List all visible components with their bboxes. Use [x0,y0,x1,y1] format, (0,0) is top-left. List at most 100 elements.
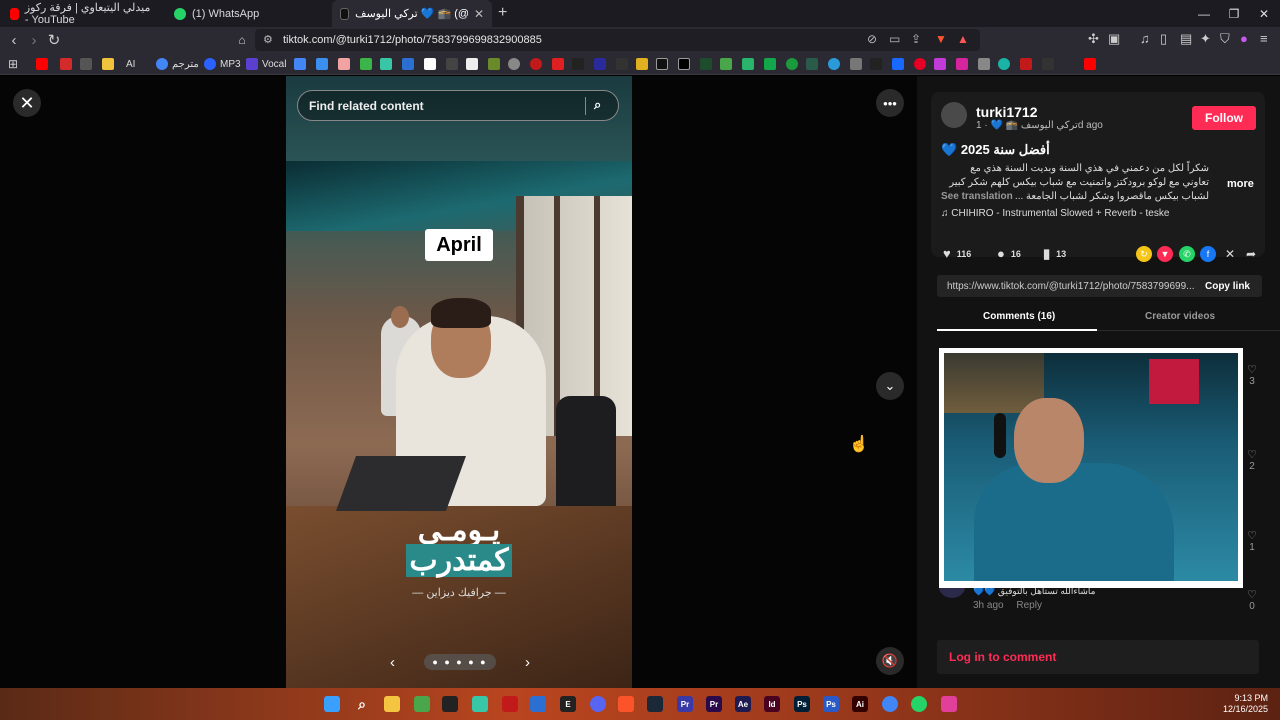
bookmark-item[interactable] [1042,57,1054,71]
minecraft-icon[interactable] [414,696,430,712]
bookmark-item[interactable] [294,57,306,71]
app-icon[interactable] [442,696,458,712]
bookmark-item[interactable] [380,57,392,71]
photoshop-icon[interactable]: Ps [794,696,810,712]
bookmark-item[interactable] [616,57,628,71]
brave-icon[interactable] [618,696,634,712]
app-icon[interactable]: Pr [677,696,693,712]
repost-icon[interactable]: ↻ [1136,246,1152,262]
bookmark-item[interactable] [764,57,776,71]
next-post-button[interactable]: ⌄ [876,372,904,400]
previous-photo-button[interactable]: ‹ [390,654,395,671]
bookmark-item[interactable] [870,57,882,71]
bookmark-item[interactable] [1084,57,1096,71]
bookmark-item[interactable] [552,57,564,71]
bookmark-item[interactable] [828,57,840,71]
cast-icon[interactable]: ▭ [889,32,900,46]
app-icon[interactable] [530,696,546,712]
bookmark-item[interactable] [786,57,798,71]
search-icon[interactable]: ⌕ [354,696,370,712]
close-viewer-button[interactable]: ✕ [13,89,41,117]
leo-icon[interactable]: ✦ [1200,31,1211,47]
steam-icon[interactable] [647,696,663,712]
bookmark-item[interactable] [402,57,414,71]
whatsapp-icon[interactable] [911,696,927,712]
apps-icon[interactable]: ⊞ [8,57,18,71]
bookmark-item[interactable] [656,57,668,71]
video-thumbnail-overlay[interactable] [939,348,1243,588]
bookmark-item[interactable] [572,57,584,71]
epic-games-icon[interactable]: E [560,696,576,712]
bookmark-item[interactable] [446,57,458,71]
discord-icon[interactable] [590,696,606,712]
comment-like-button[interactable]: ♡ 1 [1245,529,1259,553]
new-tab-button[interactable]: + [498,4,507,22]
start-icon[interactable] [324,696,340,712]
illustrator-icon[interactable]: Ai [852,696,868,712]
facebook-share-icon[interactable]: f [1200,246,1216,262]
see-translation-link[interactable]: See translation [941,191,1013,202]
bookmark-item[interactable] [102,57,114,71]
rewards-icon[interactable]: ▲ [957,32,969,46]
photoshop-alt-icon[interactable]: Ps [823,696,839,712]
profile-icon[interactable]: ● [1240,31,1248,46]
bookmark-item[interactable] [80,57,92,71]
share-page-icon[interactable]: ⇪ [911,32,921,46]
follow-button[interactable]: Follow [1192,106,1256,130]
more-options-button[interactable]: ••• [876,89,904,117]
bookmark-item[interactable] [466,57,478,71]
bookmark-item[interactable] [594,57,606,71]
login-to-comment-button[interactable]: Log in to comment [937,640,1259,674]
bookmark-item[interactable] [956,57,968,71]
bookmark-item[interactable] [806,57,818,71]
bookmark-item[interactable] [60,57,72,71]
comment-button[interactable]: ● 16 [997,246,1021,261]
related-search-input[interactable]: Find related content ⌕ [297,90,619,121]
app-icon[interactable] [502,696,518,712]
bookmark-item[interactable] [892,57,904,71]
whatsapp-share-icon[interactable]: ✆ [1179,246,1195,262]
bookmark-item[interactable] [850,57,862,71]
like-button[interactable]: ♥ 116 [943,246,971,261]
bookmark-icon[interactable]: ⌂ [232,30,252,50]
brave-shield-icon[interactable]: ▼ [935,32,947,46]
minimize-button[interactable]: — [1188,0,1220,27]
premiere-icon[interactable]: Pr [706,696,722,712]
bookmark-item[interactable] [934,57,946,71]
indesign-icon[interactable]: Id [764,696,780,712]
extensions-icon[interactable]: ✣ [1088,31,1099,47]
back-button[interactable]: ‹ [4,30,24,50]
bookmark-item[interactable] [914,57,926,71]
copy-link-button[interactable]: Copy link [1205,281,1250,292]
bookmark-item[interactable] [424,57,436,71]
tab-comments[interactable]: Comments (16) [983,311,1055,322]
avatar[interactable] [941,102,967,128]
close-tab-icon[interactable]: ✕ [474,7,484,21]
translate-icon[interactable]: ⊘ [867,32,877,46]
bookmark-item[interactable] [488,57,500,71]
bookmark-item[interactable] [636,57,648,71]
sidebar-icon[interactable]: ▯ [1160,31,1167,47]
bookmark-item[interactable] [360,57,372,71]
bookmark-item[interactable] [316,57,328,71]
tab-creator-videos[interactable]: Creator videos [1145,311,1215,322]
tab-tiktok[interactable]: تركي اليوسف 💙 🕋 (@turki1712 ✕ [332,0,492,27]
bookmark-mp3[interactable]: MP3 [204,57,241,71]
bookmark-item[interactable] [700,57,712,71]
bookmark-item[interactable] [742,57,754,71]
chrome-icon[interactable] [882,696,898,712]
post-photo[interactable]: April يـومـي كمتدرب — جرافيك ديزاين — [286,76,632,688]
bookmark-translate[interactable]: مترجم [156,57,199,71]
bookmark-item[interactable]: AI [126,57,135,71]
media-icon[interactable]: ♫ [1140,31,1150,46]
wallet-icon[interactable]: ▤ [1180,31,1192,47]
bookmark-item[interactable] [530,57,542,71]
bookmark-item[interactable] [338,57,350,71]
comment-like-button[interactable]: ♡ 2 [1245,448,1259,472]
bookmark-item[interactable] [36,57,48,71]
bookmark-item[interactable] [978,57,990,71]
carousel-dots[interactable]: ● ● ● ● ● [424,654,496,670]
address-bar[interactable]: ⚙ tiktok.com/@turki1712/photo/7583799699… [255,29,980,51]
menu-icon[interactable]: ≡ [1260,31,1268,46]
comment-like-button[interactable]: ♡ 3 [1245,363,1259,387]
